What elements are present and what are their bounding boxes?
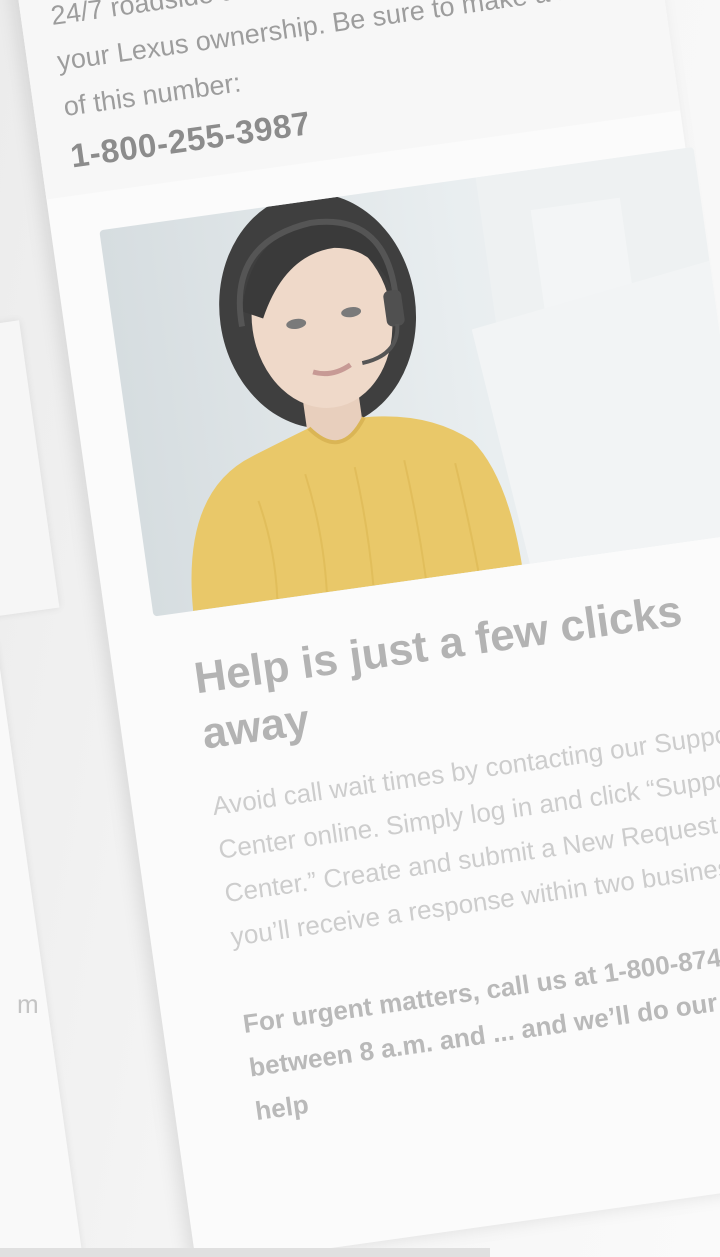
bottom-strip [0, 1248, 490, 1257]
info-card: 24/7 roadside assistance is included as … [10, 0, 720, 1257]
background-card-bottom: m [0, 639, 83, 1257]
background-text-fragment: m [16, 988, 39, 1019]
support-agent-photo [99, 146, 720, 617]
support-agent-illustration [191, 146, 720, 612]
urgent-contact-text: For urgent matters, call us at 1-800-874… [241, 932, 720, 1127]
background-card-top [0, 320, 60, 630]
screen: m 24/7 roadside assistance is included a… [0, 0, 720, 1257]
